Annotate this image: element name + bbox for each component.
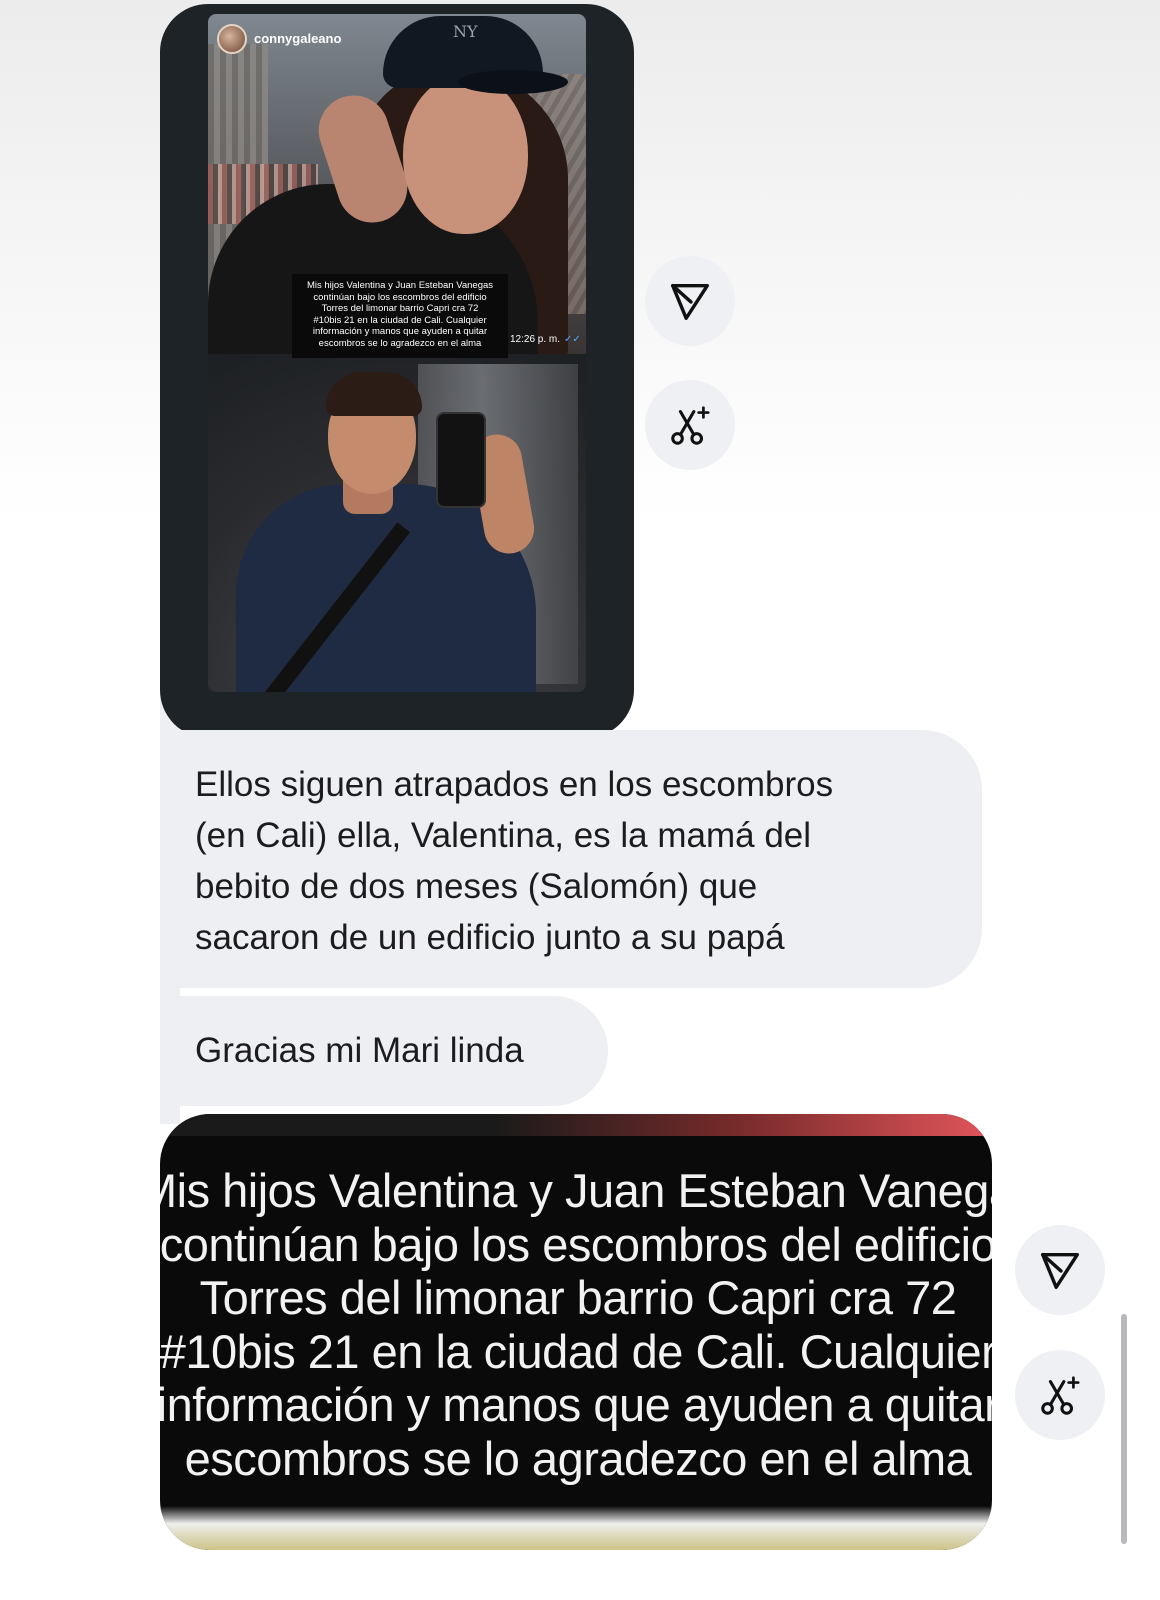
story-caption: Mis hijos Valentina y Juan Esteban Vaneg… [292, 274, 508, 358]
share-button[interactable] [1015, 1225, 1105, 1315]
shared-story-card[interactable]: NY connygaleano Mis hijos Valentina y Ju… [160, 4, 634, 738]
caption-line: #10bis 21 en la ciudad de Cali. Cualquie… [313, 314, 487, 326]
image-caption-text: Mis hijos Valentina y Juan Esteban Vaneg… [160, 1164, 992, 1485]
image-bottom-edge [160, 1506, 992, 1550]
image-text-line: Torres del limonar barrio Capri cra 72 [199, 1271, 957, 1324]
image-text-line: continúan bajo los escombros del edifici… [160, 1217, 992, 1271]
message-line: (en Cali) ella, Valentina, es la mamá de… [195, 816, 812, 855]
story-preview: NY connygaleano Mis hijos Valentina y Ju… [208, 14, 586, 692]
timestamp-text: 12:26 p. m. [510, 334, 561, 345]
cap-logo: NY [453, 22, 478, 41]
avatar[interactable] [217, 24, 247, 54]
message-line: sacaron de un edificio junto a su papá [195, 918, 785, 957]
scissors-sparkle-icon [671, 406, 710, 445]
send-icon [1041, 1252, 1079, 1289]
message-line: Ellos siguen atrapados en los escombros [195, 765, 834, 804]
story-photo-bottom [208, 354, 586, 692]
image-text-line: información y manos que ayuden a quitar [160, 1378, 992, 1431]
man-hair [326, 372, 422, 416]
caption-line: escombros se lo agradezco en el alma [318, 337, 482, 349]
message-bubble[interactable]: Ellos siguen atrapados en los escombros … [160, 730, 982, 988]
cutout-button[interactable] [645, 380, 735, 470]
image-text-line: escombros se lo agradezco en el alma [184, 1431, 972, 1485]
read-ticks-icon: ✓✓ [564, 334, 581, 345]
phone [436, 412, 486, 508]
shared-image[interactable]: Mis hijos Valentina y Juan Esteban Vaneg… [160, 1114, 992, 1550]
share-button[interactable] [645, 256, 735, 346]
scissors-sparkle-icon [1041, 1376, 1080, 1415]
image-text-line: Mis hijos Valentina y Juan Esteban Vaneg… [160, 1164, 992, 1217]
image-text-line: #10bis 21 en la ciudad de Cali. Cualquie… [160, 1324, 992, 1378]
woman-face [403, 74, 528, 234]
message-line: bebito de dos meses (Salomón) que [195, 867, 758, 906]
caption-line: Mis hijos Valentina y Juan Esteban Vaneg… [306, 280, 494, 291]
caption-line: continúan bajo los escombros del edifici… [313, 291, 487, 303]
story-username[interactable]: connygaleano [254, 31, 341, 46]
message-bubble[interactable]: Gracias mi Mari linda [160, 996, 608, 1106]
caption-line: información y manos que ayuden a quitar [312, 326, 488, 337]
story-timestamp: 12:26 p. m. ✓✓ [510, 334, 581, 345]
cap-brim [458, 70, 568, 94]
caption-line: Torres del limonar barrio Capri cra 72 [321, 303, 479, 314]
image-top-edge [160, 1114, 992, 1136]
scrollbar[interactable] [1121, 1314, 1127, 1544]
send-icon [671, 283, 709, 320]
cutout-button[interactable] [1015, 1350, 1105, 1440]
message-text: Gracias mi Mari linda [195, 1031, 524, 1070]
